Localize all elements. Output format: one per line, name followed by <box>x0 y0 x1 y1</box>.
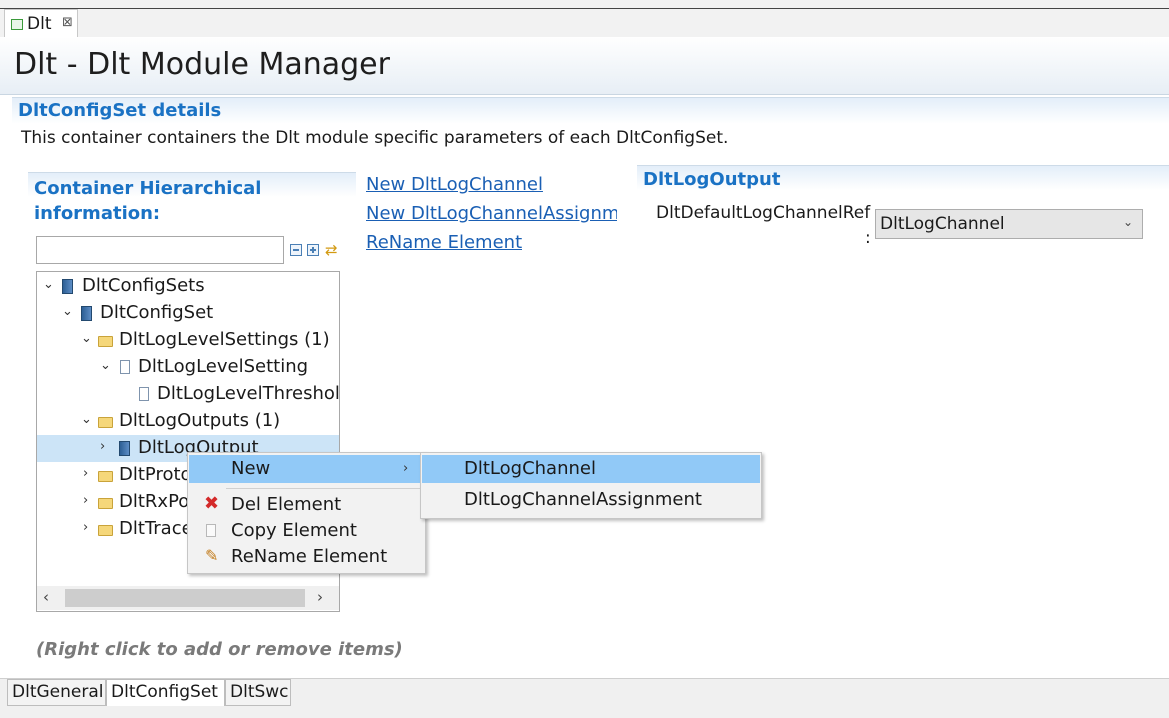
folder-icon <box>98 498 113 509</box>
tree-item-label: DltConfigSets <box>82 275 205 296</box>
menu-item-new[interactable]: New › <box>189 455 424 483</box>
rename-element-link[interactable]: ReName Element <box>366 232 522 253</box>
context-menu: New › ✖ Del Element Copy Element ✎ ReNam… <box>187 452 426 574</box>
collapse-chevron-icon[interactable]: › <box>83 520 88 535</box>
document-icon <box>120 360 130 374</box>
collapse-all-icon[interactable] <box>290 244 302 256</box>
menu-item-label: New <box>231 458 271 479</box>
collapse-chevron-icon[interactable]: › <box>100 439 105 454</box>
tree-item-dltloglevelthreshold[interactable]: DltLogLevelThreshold <box>37 381 339 408</box>
new-log-channel-link[interactable]: New DltLogChannel <box>366 174 543 195</box>
scroll-right-icon[interactable]: › <box>317 588 323 606</box>
submenu-item-dltlogchannel[interactable]: DltLogChannel <box>422 455 760 483</box>
tree-item-label: DltLogLevelSetting <box>138 356 309 377</box>
new-submenu: DltLogChannel DltLogChannelAssignment <box>420 452 762 519</box>
copy-icon <box>206 524 216 537</box>
expand-chevron-icon[interactable]: ⌄ <box>81 331 92 346</box>
folder-icon <box>98 471 113 482</box>
default-log-channel-ref-label: DltDefaultLogChannelRef <box>656 203 871 223</box>
page-title: Dlt - Dlt Module Manager <box>14 47 390 82</box>
folder-icon <box>98 417 113 428</box>
label-colon: : <box>865 228 871 248</box>
tree-item-label: DltLogOutputs (1) <box>119 410 281 431</box>
menu-item-label: Del Element <box>231 494 342 515</box>
selected-value: DltLogChannel <box>880 214 1005 234</box>
tree-item-dltloglevelsettings[interactable]: ⌄ DltLogLevelSettings (1) <box>37 327 339 354</box>
editor-tab-dlt[interactable]: Dlt ⊠ <box>4 9 78 38</box>
section-title: DltConfigSet details <box>18 100 222 121</box>
expand-all-icon[interactable] <box>307 244 319 256</box>
tree-item-dltloglevelsetting[interactable]: ⌄ DltLogLevelSetting <box>37 354 339 381</box>
expand-chevron-icon[interactable]: ⌄ <box>43 277 54 292</box>
top-border <box>0 8 1169 9</box>
tree-item-dltlogoutputs[interactable]: ⌄ DltLogOutputs (1) <box>37 408 339 435</box>
folder-icon <box>98 336 113 347</box>
menu-item-label: Copy Element <box>231 520 357 541</box>
config-icon <box>119 441 130 456</box>
menu-item-del-element[interactable]: ✖ Del Element <box>189 491 424 519</box>
editor-tab-label: Dlt <box>27 14 52 34</box>
tree-item-dltconfigsets[interactable]: ⌄ DltConfigSets <box>37 273 339 300</box>
scroll-left-icon[interactable]: ‹ <box>43 588 49 606</box>
tree-hint: (Right click to add or remove items) <box>36 639 403 660</box>
menu-item-label: DltLogChannelAssignment <box>464 489 702 510</box>
menu-item-rename-element[interactable]: ✎ ReName Element <box>189 543 424 571</box>
scrollbar-thumb[interactable] <box>65 589 305 607</box>
menu-item-label: DltLogChannel <box>464 458 596 479</box>
tree-item-dltconfigset[interactable]: ⌄ DltConfigSet <box>37 300 339 327</box>
delete-icon: ✖ <box>204 493 220 514</box>
tree-item-label: DltLogLevelSettings (1) <box>119 329 330 350</box>
details-title: DltLogOutput <box>643 169 781 190</box>
menu-item-label: ReName Element <box>231 546 388 567</box>
document-icon <box>139 387 149 401</box>
tab-dltconfigset[interactable]: DltConfigSet <box>106 679 225 706</box>
collapse-chevron-icon[interactable]: › <box>83 493 88 508</box>
default-log-channel-ref-select[interactable]: DltLogChannel ⌄ <box>875 209 1143 239</box>
tree-horizontal-scrollbar[interactable]: ‹ › <box>37 586 339 610</box>
tree-filter-input[interactable] <box>36 236 284 264</box>
tree-item-label: DltLogLevelThreshold <box>157 383 340 404</box>
close-icon[interactable]: ⊠ <box>62 15 73 30</box>
hierarchy-title: Container Hierarchical information: <box>34 178 262 224</box>
submenu-arrow-icon: › <box>403 461 409 476</box>
tree-item-label: DltConfigSet <box>100 302 214 323</box>
new-log-channel-assignment-link[interactable]: New DltLogChannelAssignment <box>366 203 617 224</box>
expand-chevron-icon[interactable]: ⌄ <box>62 304 73 319</box>
submenu-item-dltlogchannelassignment[interactable]: DltLogChannelAssignment <box>422 486 760 514</box>
collapse-chevron-icon[interactable]: › <box>83 466 88 481</box>
pencil-icon: ✎ <box>205 546 219 565</box>
expand-chevron-icon[interactable]: ⌄ <box>81 412 92 427</box>
editor-tab-strip <box>0 0 1169 38</box>
folder-icon <box>98 525 113 536</box>
tab-dltgeneral[interactable]: DltGeneral <box>7 679 106 706</box>
config-icon <box>81 306 92 321</box>
config-icon <box>62 279 73 294</box>
chevron-down-icon[interactable]: ⌄ <box>1123 215 1133 229</box>
expand-chevron-icon[interactable]: ⌄ <box>100 358 111 373</box>
editor-file-icon <box>11 19 23 30</box>
link-with-editor-icon[interactable]: ⇄ <box>325 241 338 259</box>
section-description: This container containers the Dlt module… <box>21 128 729 148</box>
tab-dltswc[interactable]: DltSwc <box>225 679 291 706</box>
menu-separator <box>226 488 422 489</box>
menu-item-copy-element[interactable]: Copy Element <box>189 517 424 545</box>
